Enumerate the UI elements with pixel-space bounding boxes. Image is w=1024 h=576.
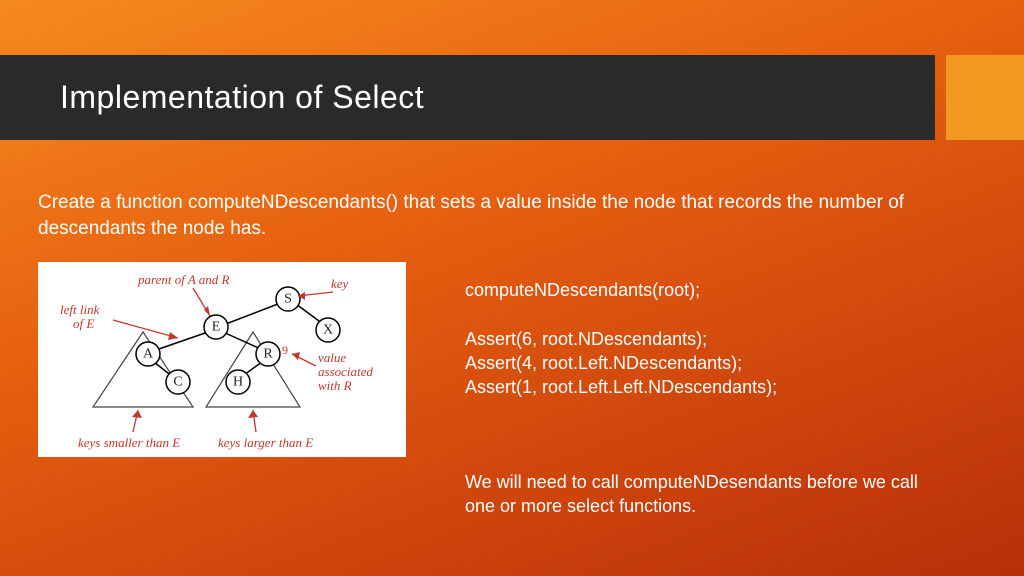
slide: Implementation of Select Create a functi…	[0, 0, 1024, 576]
node-x: X	[323, 323, 333, 338]
label-value1: value	[318, 350, 346, 365]
label-leftlink2: of E	[73, 316, 94, 331]
bst-diagram: S X E A R 9 C H parent of A and R key le…	[38, 262, 406, 457]
node-r: R	[263, 347, 273, 362]
node-e: E	[212, 320, 221, 335]
label-leftlink1: left link	[60, 302, 100, 317]
label-parent: parent of A and R	[137, 272, 230, 287]
title-bar: Implementation of Select	[0, 55, 935, 140]
code-block: computeNDescendants(root); Assert(6, roo…	[465, 278, 965, 399]
label-value2: associated	[318, 364, 373, 379]
node-r-value: 9	[282, 343, 288, 357]
label-key: key	[331, 276, 349, 291]
footer-note: We will need to call computeNDesendants …	[465, 470, 945, 519]
label-larger: keys larger than E	[218, 435, 313, 450]
node-c: C	[173, 375, 182, 390]
slide-title: Implementation of Select	[60, 79, 424, 116]
intro-text: Create a function computeNDescendants() …	[38, 190, 908, 241]
label-value3: with R	[318, 378, 352, 393]
accent-block	[946, 55, 1024, 140]
node-s: S	[284, 292, 292, 307]
label-smaller: keys smaller than E	[78, 435, 180, 450]
node-h: H	[233, 375, 243, 390]
node-a: A	[143, 347, 154, 362]
